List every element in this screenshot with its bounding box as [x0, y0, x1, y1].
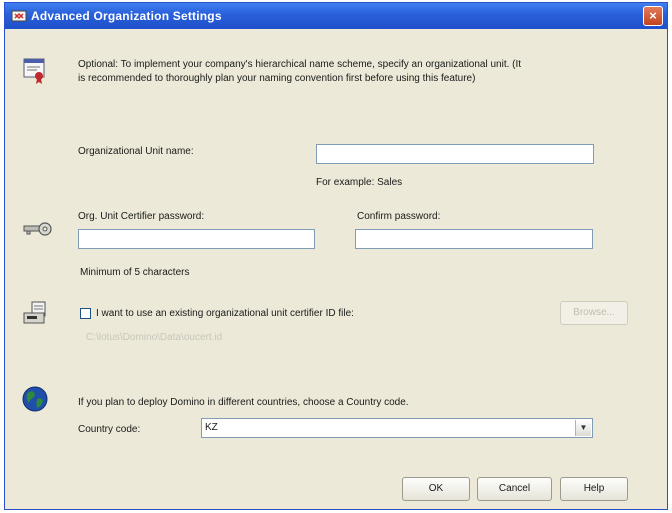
country-code-label: Country code:: [78, 424, 141, 435]
confirm-password-input[interactable]: [355, 229, 593, 249]
dialog-window: Advanced Organization Settings × Optiona…: [4, 2, 668, 510]
org-unit-name-input[interactable]: [316, 144, 594, 164]
certifier-password-input[interactable]: [78, 229, 315, 249]
globe-icon: [22, 386, 48, 412]
password-hint-text: Minimum of 5 characters: [80, 267, 190, 278]
lotus-app-icon: [11, 10, 27, 22]
intro-line-2: is recommended to thoroughly plan your n…: [78, 73, 476, 84]
org-unit-name-label: Organizational Unit name:: [78, 146, 194, 157]
title-bar[interactable]: Advanced Organization Settings ×: [5, 3, 667, 29]
country-code-value: KZ: [205, 422, 218, 433]
country-prompt-text: If you plan to deploy Domino in differen…: [78, 397, 409, 408]
browse-button[interactable]: Browse...: [560, 301, 628, 325]
certificate-icon: [23, 58, 45, 84]
cancel-button[interactable]: Cancel: [477, 477, 552, 501]
org-unit-example-text: For example: Sales: [316, 177, 403, 188]
id-file-icon: [23, 301, 46, 324]
chevron-down-icon[interactable]: ▼: [575, 420, 591, 436]
confirm-password-label: Confirm password:: [357, 211, 441, 222]
window-title: Advanced Organization Settings: [31, 9, 222, 23]
close-button[interactable]: ×: [643, 6, 663, 26]
certifier-id-path: C:\lotus\Domino\Data\oucert.id: [86, 332, 223, 343]
key-icon: [23, 222, 52, 236]
ok-button[interactable]: OK: [402, 477, 470, 501]
country-code-select[interactable]: KZ ▼: [201, 418, 593, 438]
intro-line-1: Optional: To implement your company's hi…: [78, 59, 522, 70]
help-button[interactable]: Help: [560, 477, 628, 501]
dialog-body: Optional: To implement your company's hi…: [5, 29, 667, 509]
certifier-password-label: Org. Unit Certifier password:: [78, 211, 205, 222]
existing-id-checkbox-label[interactable]: I want to use an existing organizational…: [96, 308, 354, 319]
existing-id-checkbox[interactable]: [80, 308, 91, 319]
